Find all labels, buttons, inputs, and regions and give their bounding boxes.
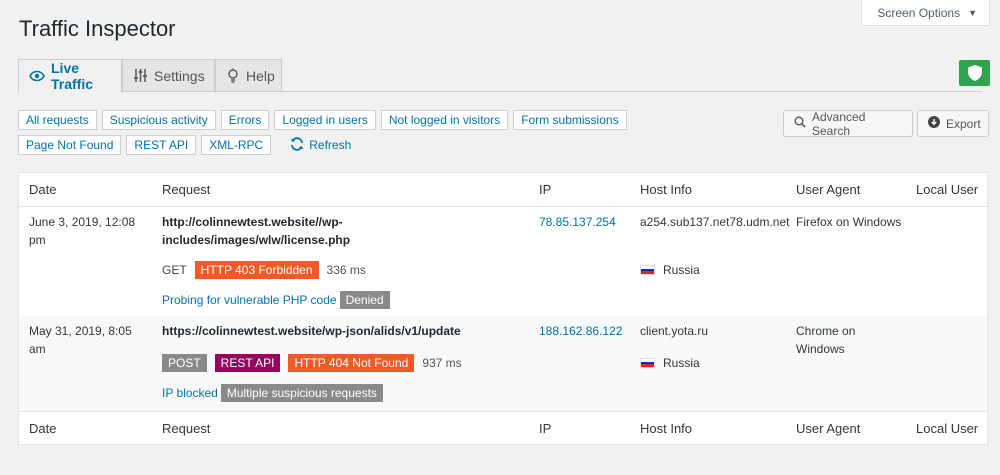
refresh-button[interactable]: Refresh xyxy=(276,135,359,155)
host-country: Russia xyxy=(640,354,700,372)
method-badge: POST xyxy=(162,354,207,372)
filter-errors[interactable]: Errors xyxy=(220,110,270,130)
filter-form-submissions[interactable]: Form submissions xyxy=(513,110,627,130)
request-method: GET xyxy=(162,263,187,277)
filter-bar: All requests Suspicious activity Errors … xyxy=(18,110,638,160)
response-time: 336 ms xyxy=(326,263,366,277)
advanced-search-button[interactable]: Advanced Search xyxy=(783,109,913,138)
host-name: a254.sub137.net78.udm.net xyxy=(640,215,790,229)
ip-link[interactable]: 188.162.86.122 xyxy=(539,322,622,340)
filter-logged-in-users[interactable]: Logged in users xyxy=(274,110,376,130)
column-footer-ip: IP xyxy=(539,421,552,436)
eye-icon xyxy=(29,70,45,82)
action-link[interactable]: IP blocked xyxy=(162,384,218,402)
filter-all-requests[interactable]: All requests xyxy=(18,110,97,130)
table-footer: Date Request IP Host Info User Agent Loc… xyxy=(19,411,987,444)
screen-options-label: Screen Options xyxy=(877,5,961,20)
table-row: May 31, 2019, 8:05 am https://colinnewte… xyxy=(19,316,987,411)
filter-xml-rpc[interactable]: XML-RPC xyxy=(201,135,272,155)
column-header-request[interactable]: Request xyxy=(162,182,210,197)
tab-label: Live Traffic xyxy=(51,60,94,92)
search-icon xyxy=(794,116,806,131)
column-header-local-user[interactable]: Local User xyxy=(916,182,978,197)
sliders-icon xyxy=(133,68,148,83)
table-header: Date Request IP Host Info User Agent Loc… xyxy=(19,173,987,207)
column-header-user-agent[interactable]: User Agent xyxy=(796,182,860,197)
export-button[interactable]: Export xyxy=(917,110,989,137)
column-footer-host-info: Host Info xyxy=(640,421,693,436)
country-name: Russia xyxy=(663,356,700,370)
column-footer-request: Request xyxy=(162,421,211,436)
export-label: Export xyxy=(946,116,981,131)
response-time: 937 ms xyxy=(422,356,462,370)
tab-label: Settings xyxy=(154,67,205,84)
country-name: Russia xyxy=(663,263,700,277)
status-badge: HTTP 404 Not Found xyxy=(288,354,415,372)
traffic-table: Date Request IP Host Info User Agent Loc… xyxy=(18,172,988,445)
column-footer-date: Date xyxy=(29,421,57,436)
filter-page-not-found[interactable]: Page Not Found xyxy=(18,135,122,155)
host-name: client.yota.ru xyxy=(640,324,709,338)
host-country: Russia xyxy=(640,261,700,279)
column-header-host-info[interactable]: Host Info xyxy=(640,182,692,197)
request-url: https://colinnewtest.website/wp-json/ali… xyxy=(162,324,461,338)
filter-row: Page Not Found REST API XML-RPC Refresh xyxy=(18,135,638,155)
row-date: June 3, 2019, 12:08 pm xyxy=(29,215,136,247)
column-header-ip[interactable]: IP xyxy=(539,182,551,197)
request-action: IP blocked Multiple suspicious requests xyxy=(162,384,383,402)
rest-api-badge: REST API xyxy=(214,354,281,372)
filter-row: All requests Suspicious activity Errors … xyxy=(18,110,638,130)
request-meta: POST REST API HTTP 404 Not Found 937 ms xyxy=(162,354,462,372)
refresh-label: Refresh xyxy=(309,138,352,152)
filter-rest-api[interactable]: REST API xyxy=(126,135,197,155)
request-url: http://colinnewtest.website//wp-includes… xyxy=(162,215,351,247)
russia-flag-icon xyxy=(640,265,655,275)
shield-icon[interactable] xyxy=(959,60,990,86)
tab-label: Help xyxy=(246,67,275,84)
user-agent: Firefox on Windows xyxy=(796,215,902,229)
filter-not-logged-in[interactable]: Not logged in visitors xyxy=(380,110,509,130)
action-link[interactable]: Probing for vulnerable PHP code xyxy=(162,291,337,309)
request-meta: GET HTTP 403 Forbidden 336 ms xyxy=(162,261,366,279)
download-icon xyxy=(928,116,940,131)
ip-link[interactable]: 78.85.137.254 xyxy=(539,213,616,231)
tab-settings[interactable]: Settings xyxy=(122,59,215,92)
column-footer-local-user: Local User xyxy=(916,421,979,436)
russia-flag-icon xyxy=(640,358,655,368)
tab-help[interactable]: Help xyxy=(215,59,282,92)
row-date: May 31, 2019, 8:05 am xyxy=(29,324,132,356)
screen-options-button[interactable]: Screen Options ▼ xyxy=(861,0,990,26)
table-row: June 3, 2019, 12:08 pm http://colinnewte… xyxy=(19,207,987,316)
page-title: Traffic Inspector xyxy=(19,16,176,41)
advanced-search-label: Advanced Search xyxy=(812,109,866,138)
caret-down-icon: ▼ xyxy=(968,7,977,18)
filter-suspicious-activity[interactable]: Suspicious activity xyxy=(101,110,216,130)
user-agent: Chrome on Windows xyxy=(796,324,856,356)
column-header-date[interactable]: Date xyxy=(29,182,56,197)
tab-live-traffic[interactable]: Live Traffic xyxy=(18,59,122,93)
request-action: Probing for vulnerable PHP code Denied xyxy=(162,291,390,309)
lightbulb-icon xyxy=(226,68,240,83)
status-badge: HTTP 403 Forbidden xyxy=(194,261,319,279)
column-footer-user-agent: User Agent xyxy=(796,421,861,436)
action-status-badge: Multiple suspicious requests xyxy=(220,384,383,402)
action-status-badge: Denied xyxy=(339,291,390,309)
refresh-icon xyxy=(290,136,304,154)
tab-bar: Live Traffic Settings Help xyxy=(18,59,982,93)
